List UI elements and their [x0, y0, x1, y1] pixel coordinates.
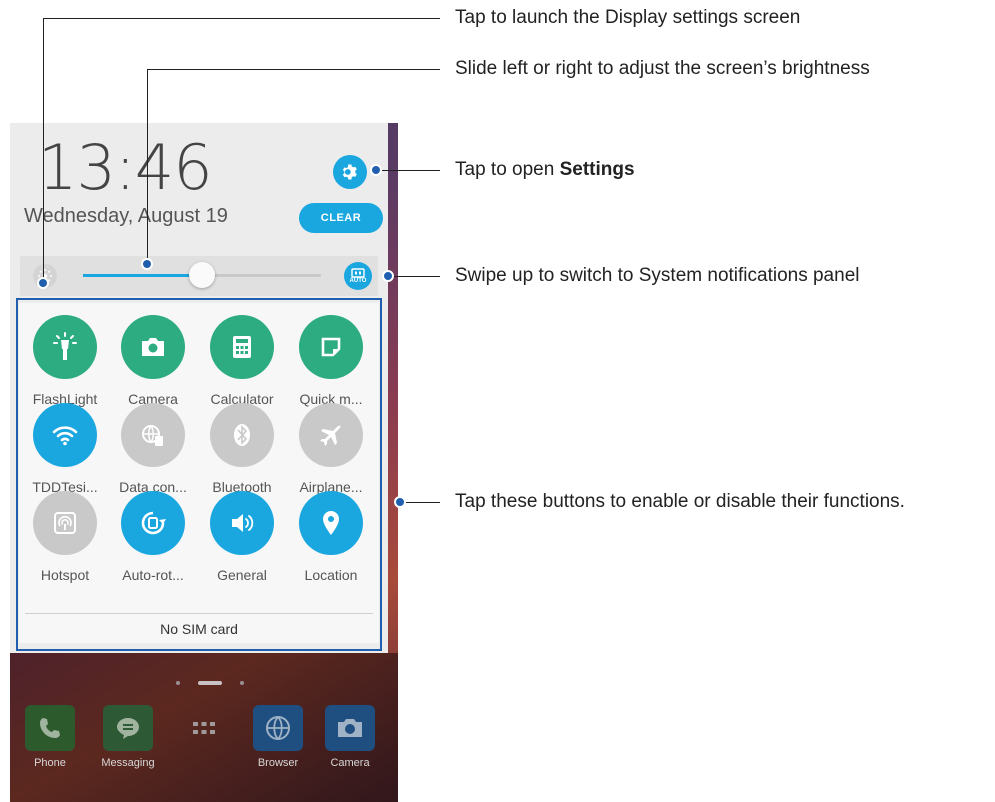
dock-browser[interactable]: Browser: [248, 705, 308, 769]
dock-label: Messaging: [101, 757, 155, 769]
brightness-slider[interactable]: [83, 262, 321, 288]
clock-date: Wednesday, August 19: [24, 205, 228, 227]
dock-messaging[interactable]: Messaging: [98, 705, 158, 769]
dock-label: Browser: [257, 757, 299, 769]
callout-toggles: Tap these buttons to enable or disable t…: [455, 491, 905, 512]
leader-line: [43, 18, 44, 283]
toggle-grid-highlight: [16, 298, 382, 651]
app-drawer-icon: [193, 722, 215, 734]
auto-brightness-icon: [351, 268, 365, 278]
anchor-dot: [37, 277, 49, 289]
leader-line: [376, 170, 440, 171]
gear-icon: [342, 164, 357, 180]
dock-app-drawer[interactable]: [174, 705, 234, 757]
phone-icon: [40, 718, 60, 738]
leader-line: [43, 18, 440, 19]
page-indicator: [176, 681, 244, 685]
dock-camera[interactable]: Camera: [320, 705, 380, 769]
callout-settings-bold: Settings: [559, 159, 635, 180]
callout-display-settings: Tap to launch the Display settings scree…: [455, 7, 801, 28]
leader-line: [147, 69, 440, 70]
leader-line: [147, 69, 148, 264]
camera-app-icon: [338, 719, 362, 737]
clock-time: 13:46: [38, 131, 213, 204]
dock-phone[interactable]: Phone: [20, 705, 80, 769]
callout-settings: Tap to open Settings: [455, 159, 635, 180]
brightness-slider-thumb[interactable]: [189, 262, 215, 288]
leader-line: [388, 276, 440, 277]
settings-button[interactable]: [333, 155, 367, 189]
clear-button[interactable]: CLEAR: [299, 203, 383, 233]
leader-line: [400, 502, 440, 503]
brightness-slider-fill: [83, 274, 202, 277]
callout-system-panel: Swipe up to switch to System notificatio…: [455, 265, 860, 286]
anchor-dot: [382, 270, 394, 282]
messaging-icon: [117, 718, 139, 739]
browser-icon: [266, 716, 290, 740]
dock-label: Camera: [330, 757, 370, 769]
auto-brightness-button[interactable]: AUTO: [344, 262, 372, 290]
anchor-dot: [141, 258, 153, 270]
anchor-dot: [394, 496, 406, 508]
anchor-dot: [370, 164, 382, 176]
auto-label: AUTO: [349, 278, 367, 284]
dock-label: Phone: [34, 757, 66, 769]
callout-brightness: Slide left or right to adjust the screen…: [455, 58, 870, 79]
